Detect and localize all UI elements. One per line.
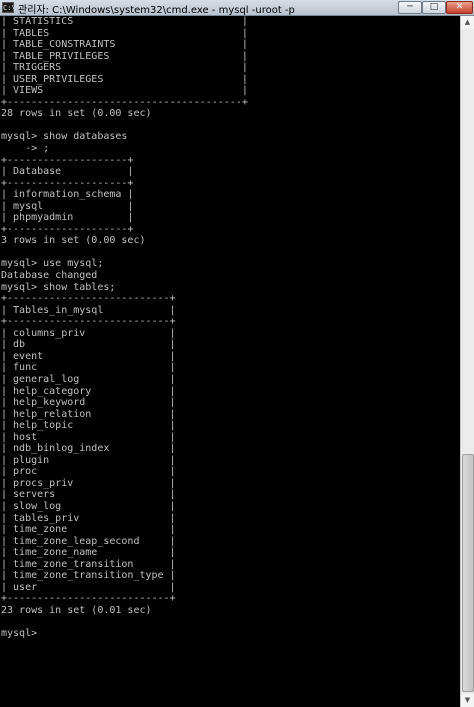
scroll-up-arrow-icon[interactable]: ▲ — [461, 16, 474, 29]
title-bar[interactable]: C:\ 관리자: C:\Windows\system32\cmd.exe - m… — [0, 0, 474, 16]
console-output-area[interactable]: | STATISTICS | | TABLES | | TABLE_CONSTR… — [0, 16, 460, 707]
minimize-button[interactable]: ─ — [398, 1, 422, 14]
scrollbar-thumb[interactable] — [462, 454, 474, 692]
maximize-button[interactable]: □ — [422, 1, 446, 14]
console-text: | STATISTICS | | TABLES | | TABLE_CONSTR… — [1, 16, 248, 639]
vertical-scrollbar[interactable]: ▲ ▼ — [460, 16, 474, 707]
cmd-window: C:\ 관리자: C:\Windows\system32\cmd.exe - m… — [0, 0, 474, 707]
scroll-down-arrow-icon[interactable]: ▼ — [461, 694, 474, 707]
console-app-icon[interactable]: C:\ — [2, 2, 16, 13]
close-button[interactable]: ✕ — [446, 1, 473, 14]
window-title: 관리자: C:\Windows\system32\cmd.exe - mysql… — [18, 5, 295, 16]
